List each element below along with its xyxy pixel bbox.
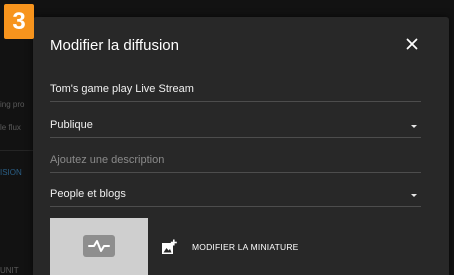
title-field[interactable]: Tom's game play Live Stream: [50, 79, 421, 102]
background-text: UNIT: [0, 266, 19, 275]
thumbnail-preview[interactable]: [50, 218, 148, 275]
category-select[interactable]: People et blogs: [50, 184, 421, 207]
waveform-icon: [83, 235, 115, 257]
background-link: ISION: [0, 168, 22, 177]
dropdown-arrow-icon: [411, 194, 417, 197]
close-icon: [406, 38, 418, 50]
title-field-value: Tom's game play Live Stream: [50, 83, 194, 95]
modify-thumbnail-label: MODIFIER LA MINIATURE: [192, 242, 299, 252]
background-text: ing pro: [0, 100, 25, 109]
background-text: le flux: [0, 123, 21, 132]
privacy-select-value: Publique: [50, 119, 93, 131]
dialog-title: Modifier la diffusion: [50, 37, 179, 54]
privacy-select[interactable]: Publique: [50, 115, 421, 138]
dropdown-arrow-icon: [411, 125, 417, 128]
close-button[interactable]: [403, 35, 421, 53]
description-field[interactable]: Ajoutez une description: [50, 150, 421, 173]
description-placeholder: Ajoutez une description: [50, 154, 165, 166]
add-photo-icon: [162, 239, 177, 254]
edit-broadcast-dialog: Modifier la diffusion Tom's game play Li…: [33, 17, 449, 275]
category-select-value: People et blogs: [50, 188, 126, 200]
step-badge: 3: [4, 4, 34, 39]
modify-thumbnail-button[interactable]: MODIFIER LA MINIATURE: [161, 237, 299, 257]
